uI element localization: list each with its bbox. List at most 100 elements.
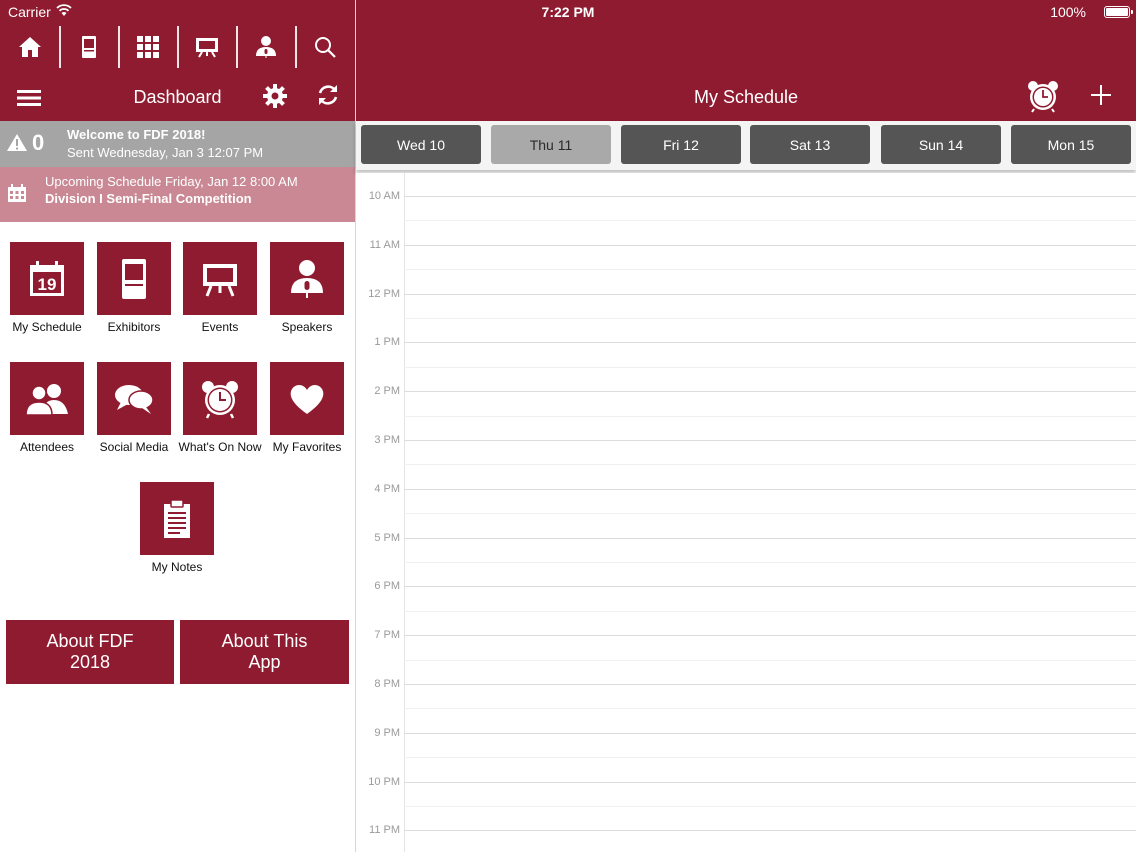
tile-whats-on-now[interactable]: What's On Now (179, 362, 261, 454)
status-time: 7:22 PM (541, 4, 595, 20)
about-app-label: About This App (221, 631, 308, 672)
tile-my-schedule[interactable]: 19 My Schedule (10, 242, 84, 334)
dashboard-title: Dashboard (133, 87, 222, 107)
half-hour-line (404, 220, 1136, 222)
half-hour-line (404, 610, 1136, 612)
hour-label: 9 PM (374, 726, 400, 739)
gear-icon[interactable] (262, 83, 288, 109)
hour-line (404, 293, 1136, 295)
home-button[interactable] (0, 24, 59, 70)
alarm-clock-icon[interactable] (1026, 79, 1060, 113)
hour-line (404, 830, 1136, 832)
tile-social-media-box (97, 362, 171, 435)
upcoming-subtitle: Division I Semi-Final Competition (45, 191, 252, 206)
chat-bubbles-icon (115, 384, 154, 414)
search-icon (314, 37, 336, 58)
half-hour-line (404, 562, 1136, 563)
tile-label: My Schedule (12, 320, 82, 334)
tile-events[interactable]: Events (183, 242, 257, 334)
tile-my-favorites[interactable]: My Favorites (270, 362, 344, 454)
hour-line (404, 781, 1136, 783)
grid-button[interactable] (118, 24, 177, 70)
calendar-19-icon: 19 (30, 260, 64, 296)
alert-title: Welcome to FDF 2018! (67, 127, 206, 142)
tile-my-notes-box (140, 482, 214, 555)
about-fdf-button[interactable]: About FDF 2018 (6, 620, 174, 684)
tile-label: Exhibitors (107, 320, 161, 334)
hour-line (404, 732, 1136, 734)
day-tab-mon[interactable]: Mon 15 (1011, 125, 1131, 164)
add-icon[interactable] (1089, 83, 1113, 107)
hour-label: 10 PM (368, 775, 400, 788)
day-tab-label: Thu 11 (529, 136, 573, 153)
day-tab-sun[interactable]: Sun 14 (881, 125, 1001, 164)
tile-label: Speakers (281, 320, 333, 334)
day-tab-label: Wed 10 (397, 136, 445, 153)
hour-line (404, 684, 1136, 685)
events-button[interactable] (177, 24, 236, 70)
hour-line (404, 244, 1136, 246)
upcoming-schedule[interactable]: Upcoming Schedule Friday, Jan 12 8:00 AM… (0, 167, 355, 222)
tile-exhibitors-box (97, 242, 171, 315)
tile-label: Social Media (99, 440, 169, 454)
hour-line (404, 488, 1136, 490)
day-tab-sat[interactable]: Sat 13 (750, 125, 870, 164)
speakers-button[interactable] (236, 24, 295, 70)
hour-line (404, 586, 1136, 588)
tile-label: My Notes (151, 560, 203, 574)
speaker-icon (291, 259, 323, 298)
tile-label: Events (201, 320, 239, 334)
tile-label: My Favorites (272, 440, 342, 454)
tile-my-schedule-box: 19 (10, 242, 84, 315)
tile-label: Attendees (19, 440, 75, 454)
half-hour-line (404, 757, 1136, 759)
exhibitor-booth-icon (122, 258, 146, 299)
hour-label: 3 PM (374, 434, 400, 446)
speaker-icon (255, 36, 276, 58)
schedule-title: My Schedule (693, 87, 799, 107)
day-tab-thu[interactable]: Thu 11 (491, 125, 611, 164)
hour-label: 1 PM (374, 336, 400, 349)
tile-attendees[interactable]: Attendees (10, 362, 84, 454)
warning-icon (7, 134, 27, 151)
day-tab-wed[interactable]: Wed 10 (361, 125, 481, 164)
alert-count: 0 (32, 130, 45, 155)
search-button[interactable] (295, 24, 354, 70)
heart-icon (290, 384, 324, 414)
tile-speakers-box (270, 242, 344, 315)
alert-subtitle: Sent Wednesday, Jan 3 12:07 PM (67, 145, 264, 160)
hour-label: 8 PM (374, 678, 400, 690)
calendar-day-number: 19 (38, 275, 57, 294)
tile-exhibitors[interactable]: Exhibitors (97, 242, 171, 334)
day-tab-label: Sat 13 (789, 136, 831, 153)
exhibitor-booth-icon (81, 36, 96, 58)
half-hour-line (404, 806, 1136, 807)
alarm-clock-icon (202, 380, 238, 419)
day-tab-fri[interactable]: Fri 12 (621, 125, 741, 164)
hour-line (404, 342, 1136, 344)
tile-attendees-box (10, 362, 84, 435)
grid-icon (136, 36, 159, 58)
battery-icon (1104, 6, 1133, 18)
attendees-icon (25, 383, 68, 416)
half-hour-line (404, 366, 1136, 368)
exhibitors-button[interactable] (59, 24, 118, 70)
tile-my-notes[interactable]: My Notes (140, 482, 214, 574)
half-hour-line (404, 464, 1136, 466)
battery-percent: 100% (1050, 4, 1086, 20)
refresh-icon[interactable] (316, 83, 340, 107)
home-icon (18, 37, 41, 57)
icon-toolbar (0, 24, 356, 72)
hour-line (404, 440, 1136, 441)
alert-notification[interactable]: 0 Welcome to FDF 2018! Sent Wednesday, J… (0, 121, 355, 167)
tile-speakers[interactable]: Speakers (270, 242, 344, 334)
half-hour-line (404, 708, 1136, 710)
schedule-grid[interactable]: 10 AM 11 AM 12 PM 1 PM 2 PM 3 PM 4 PM 5 PM 6 PM 7… (356, 173, 1136, 852)
status-bar: Carrier 7:22 PM 100% (0, 0, 1136, 24)
about-app-button[interactable]: About This App (180, 620, 349, 684)
upcoming-title: Upcoming Schedule Friday, Jan 12 8:00 AM (45, 174, 298, 189)
tile-social-media[interactable]: Social Media (97, 362, 171, 454)
half-hour-line (404, 659, 1136, 661)
tile-whats-on-now-box (183, 362, 257, 435)
half-hour-line (404, 513, 1136, 515)
